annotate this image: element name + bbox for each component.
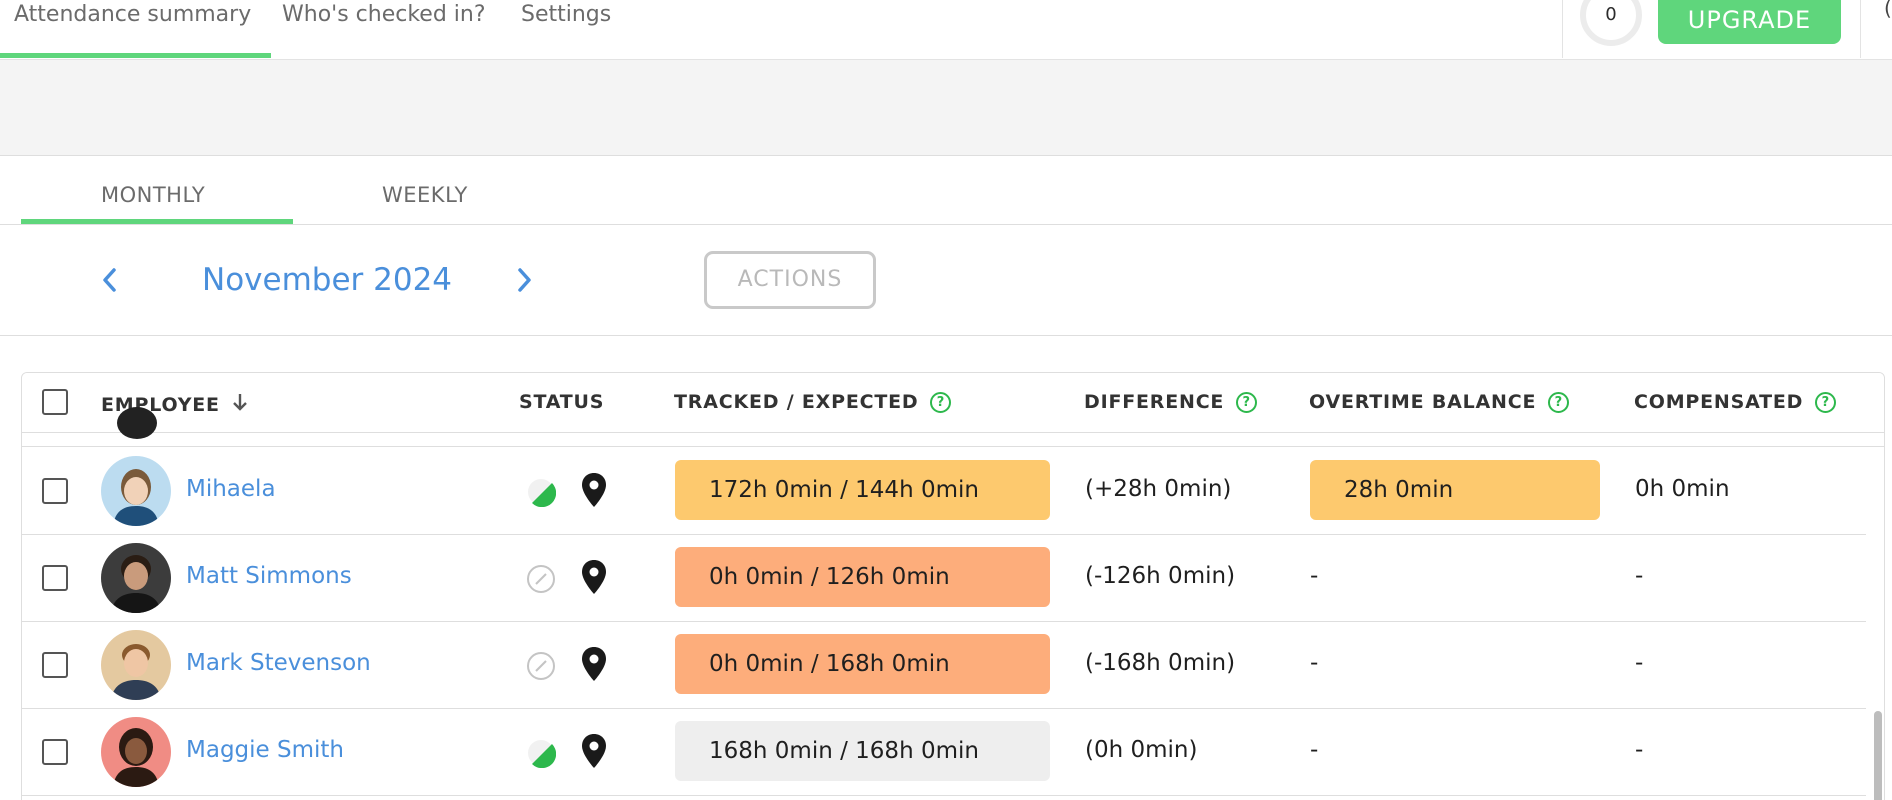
tab-settings[interactable]: Settings bbox=[521, 0, 611, 60]
table-scrollbar[interactable] bbox=[1874, 711, 1882, 800]
notification-counter[interactable]: 0 bbox=[1580, 0, 1642, 46]
employee-name-link[interactable]: Maggie Smith bbox=[186, 737, 344, 763]
select-all-checkbox[interactable] bbox=[42, 389, 68, 415]
column-label: COMPENSATED bbox=[1634, 391, 1804, 413]
column-status: STATUS bbox=[519, 391, 604, 413]
overtime-balance-value: - bbox=[1310, 737, 1319, 763]
table-row: Matt Simmons 0h 0min / 126h 0min (-126h … bbox=[22, 535, 1866, 622]
difference-value: (-168h 0min) bbox=[1085, 650, 1236, 676]
overtime-balance-value: - bbox=[1310, 563, 1319, 589]
employee-name-link[interactable]: Mark Stevenson bbox=[186, 650, 371, 676]
avatar bbox=[101, 630, 171, 700]
compensated-value: - bbox=[1635, 563, 1644, 589]
column-label: EMPLOYEE bbox=[101, 394, 220, 416]
location-pin-icon[interactable] bbox=[580, 471, 608, 509]
no-status-icon bbox=[526, 651, 556, 681]
upgrade-button[interactable]: UPGRADE bbox=[1658, 0, 1841, 44]
top-navigation: Attendance summary Who's checked in? Set… bbox=[0, 0, 1892, 60]
actions-button[interactable]: ACTIONS bbox=[704, 251, 876, 309]
help-icon[interactable]: ? bbox=[930, 391, 952, 413]
help-icon[interactable]: ? bbox=[1548, 391, 1570, 413]
avatar bbox=[101, 543, 171, 613]
compensated-value: - bbox=[1635, 650, 1644, 676]
avatar bbox=[101, 717, 171, 787]
column-overtime-balance: OVERTIME BALANCE ? bbox=[1309, 391, 1570, 413]
tab-whos-checked-in[interactable]: Who's checked in? bbox=[282, 0, 486, 60]
compensated-value: 0h 0min bbox=[1635, 476, 1730, 502]
toolbar-band bbox=[0, 60, 1892, 156]
half-circle-status-icon bbox=[526, 738, 557, 769]
row-checkbox[interactable] bbox=[42, 478, 68, 504]
difference-value: (0h 0min) bbox=[1085, 737, 1198, 763]
row-checkbox[interactable] bbox=[42, 565, 68, 591]
tracked-expected-value: 172h 0min / 144h 0min bbox=[675, 460, 1050, 520]
cut-off-glyph: ( bbox=[1884, 0, 1892, 20]
difference-value: (-126h 0min) bbox=[1085, 563, 1236, 589]
avatar bbox=[101, 456, 171, 526]
tab-attendance-summary[interactable]: Attendance summary bbox=[0, 0, 272, 60]
column-label: STATUS bbox=[519, 391, 605, 413]
row-checkbox[interactable] bbox=[42, 652, 68, 678]
column-difference: DIFFERENCE ? bbox=[1084, 391, 1258, 413]
table-row-partial bbox=[22, 407, 1884, 447]
active-tab-indicator bbox=[21, 219, 293, 224]
table-row: Mark Stevenson 0h 0min / 168h 0min (-168… bbox=[22, 622, 1866, 709]
employee-name-link[interactable]: Mihaela bbox=[186, 476, 276, 502]
column-tracked-expected: TRACKED / EXPECTED ? bbox=[674, 391, 952, 413]
table-row: Maggie Smith 168h 0min / 168h 0min (0h 0… bbox=[22, 709, 1866, 796]
help-icon[interactable]: ? bbox=[1815, 391, 1837, 413]
employee-name-link[interactable]: Matt Simmons bbox=[186, 563, 352, 589]
tab-weekly[interactable]: WEEKLY bbox=[382, 183, 468, 207]
half-circle-status-icon bbox=[526, 477, 557, 508]
tracked-expected-value: 0h 0min / 126h 0min bbox=[675, 547, 1050, 607]
chevron-right-icon[interactable] bbox=[514, 260, 534, 309]
row-checkbox[interactable] bbox=[42, 739, 68, 765]
compensated-value: - bbox=[1635, 737, 1644, 763]
table-row: Mihaela 172h 0min / 144h 0min (+28h 0min… bbox=[22, 448, 1866, 535]
current-month: November 2024 bbox=[202, 262, 453, 298]
overtime-balance-value: 28h 0min bbox=[1310, 460, 1600, 520]
tracked-expected-value: 168h 0min / 168h 0min bbox=[675, 721, 1050, 781]
tab-monthly[interactable]: MONTHLY bbox=[101, 183, 205, 207]
help-icon[interactable]: ? bbox=[1236, 391, 1258, 413]
month-navigation: November 2024 ACTIONS bbox=[0, 226, 1892, 336]
overtime-balance-value: - bbox=[1310, 650, 1319, 676]
sort-down-arrow-icon[interactable] bbox=[232, 391, 248, 419]
chevron-left-icon[interactable] bbox=[100, 260, 120, 309]
divider bbox=[1562, 0, 1563, 58]
period-tabs: MONTHLY WEEKLY bbox=[0, 157, 1892, 225]
column-compensated: COMPENSATED ? bbox=[1634, 391, 1837, 413]
avatar bbox=[117, 407, 157, 439]
attendance-table: EMPLOYEE STATUS TRACKED / EXPECTED ? DIF… bbox=[21, 372, 1885, 800]
location-pin-icon[interactable] bbox=[580, 558, 608, 596]
location-pin-icon[interactable] bbox=[580, 732, 608, 770]
difference-value: (+28h 0min) bbox=[1085, 476, 1232, 502]
column-label: TRACKED / EXPECTED bbox=[674, 391, 919, 413]
tracked-expected-value: 0h 0min / 168h 0min bbox=[675, 634, 1050, 694]
location-pin-icon[interactable] bbox=[580, 645, 608, 683]
column-label: OVERTIME BALANCE bbox=[1309, 391, 1537, 413]
no-status-icon bbox=[526, 564, 556, 594]
column-label: DIFFERENCE bbox=[1084, 391, 1225, 413]
divider bbox=[1860, 0, 1861, 58]
table-header: EMPLOYEE STATUS TRACKED / EXPECTED ? DIF… bbox=[22, 373, 1884, 433]
